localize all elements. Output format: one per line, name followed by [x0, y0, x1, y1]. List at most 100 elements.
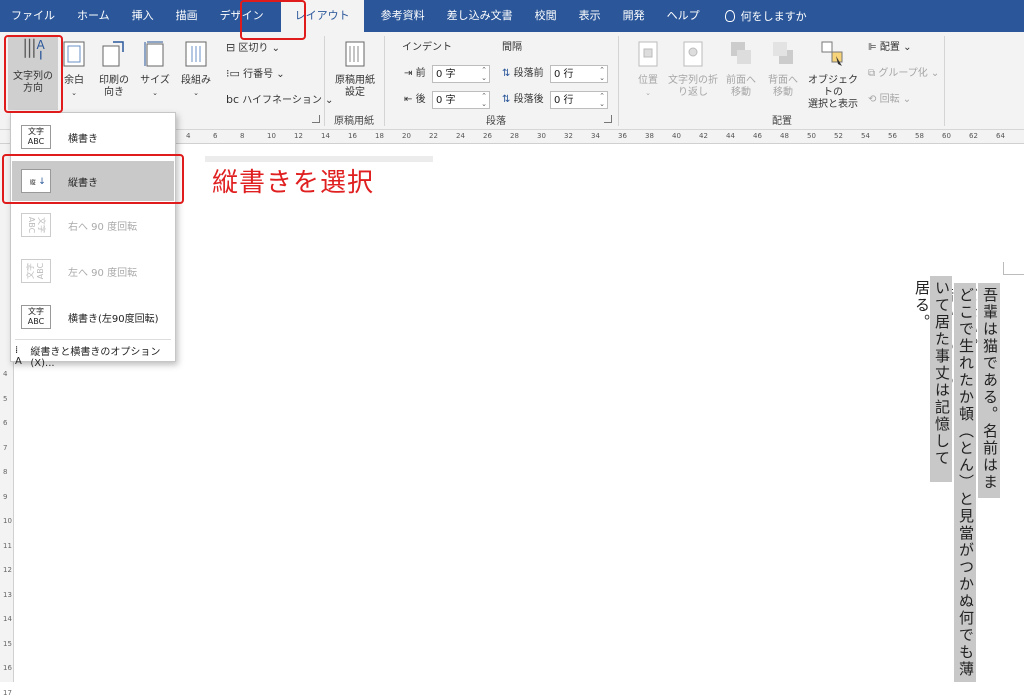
- ruler-tick-label: 26: [483, 132, 492, 140]
- bring-forward-icon: [731, 42, 751, 64]
- ruler-tick-label: 48: [780, 132, 789, 140]
- margins-button[interactable]: 余白 ⌄: [60, 40, 88, 99]
- paragraph-group-label: 段落: [486, 116, 506, 127]
- tab-help[interactable]: ヘルプ: [656, 0, 711, 32]
- tab-review[interactable]: 校閲: [524, 0, 568, 32]
- space-before-input[interactable]: 0 行 ⌃ ⌄: [550, 65, 608, 83]
- ruler-tick-label: 64: [996, 132, 1005, 140]
- manuscript-settings-button[interactable]: 原稿用紙 設定: [334, 40, 376, 99]
- margins-icon: [63, 41, 85, 67]
- vertical-text-column-3[interactable]: いて居た事丈は記憶して居る。: [913, 276, 952, 482]
- space-after-input[interactable]: 0 行 ⌃ ⌄: [550, 91, 608, 109]
- instruction-annotation: 縦書きを選択: [212, 168, 375, 198]
- send-backward-label: 背面へ 移動: [768, 75, 798, 98]
- menu-item-rotate-left-90[interactable]: 文字 ABC 左へ 90 度回転: [12, 251, 174, 291]
- menu-separator: [15, 339, 171, 340]
- tab-draw[interactable]: 描画: [165, 0, 209, 32]
- selection-pane-icon: [821, 41, 843, 66]
- vruler-tick-label: 15: [3, 639, 12, 648]
- indent-right-label: ⇤ 後: [404, 94, 426, 105]
- tell-me-search[interactable]: 何をしますか: [711, 8, 807, 24]
- rotate-button[interactable]: ⟲ 回転 ⌄: [868, 94, 911, 106]
- spinner-arrows-icon[interactable]: ⌃ ⌄: [599, 66, 605, 82]
- tab-file[interactable]: ファイル: [0, 0, 66, 32]
- ruler-tick-label: 10: [267, 132, 276, 140]
- breaks-icon: ⊟: [226, 41, 236, 54]
- document-page[interactable]: [28, 144, 1024, 682]
- wrap-text-button[interactable]: 文字列の折 り返し: [668, 40, 718, 99]
- group-separator: [324, 36, 325, 126]
- menu-item-rotate-right-90[interactable]: 文字 ABC 右へ 90 度回転: [12, 205, 174, 245]
- vruler-tick-label: 7: [3, 443, 8, 452]
- vruler-tick-label: 5: [3, 394, 8, 403]
- ruler-tick-label: 62: [969, 132, 978, 140]
- size-dropdown-arrow: ⌄: [152, 89, 158, 97]
- orientation-icon: [102, 41, 124, 67]
- ruler-tick-label: 50: [807, 132, 816, 140]
- size-label: サイズ: [140, 75, 170, 86]
- breaks-button[interactable]: ⊟ 区切り ⌄: [226, 42, 280, 55]
- vertical-text-column-1[interactable]: 吾輩は猫である。名前はまだない。: [961, 283, 1000, 498]
- lightbulb-icon: [724, 10, 735, 22]
- columns-icon: [185, 41, 207, 67]
- indent-left-label: ⇥ 前: [404, 68, 426, 79]
- orientation-button[interactable]: 印刷の 向き: [96, 40, 132, 99]
- wrap-text-label: 文字列の折 り返し: [668, 75, 718, 98]
- indent-left-input[interactable]: 0 字 ⌃ ⌄: [432, 65, 490, 83]
- vruler-tick-label: 9: [3, 492, 8, 501]
- ruler-tick-label: 60: [942, 132, 951, 140]
- menu-item-label: 左へ 90 度回転: [68, 267, 138, 279]
- highlight-layout-tab: [240, 0, 306, 40]
- group-separator: [944, 36, 945, 126]
- align-button[interactable]: ⊫ 配置 ⌄: [868, 42, 911, 54]
- line-numbers-button[interactable]: ⁝▭ 行番号 ⌄: [226, 68, 285, 81]
- page-setup-launcher-icon[interactable]: [312, 115, 320, 123]
- tab-mailings[interactable]: 差し込み文書: [436, 0, 524, 32]
- menu-item-horizontal-rotated[interactable]: 文字 ABC 横書き(左90度回転): [12, 297, 174, 337]
- tab-developer[interactable]: 開発: [612, 0, 656, 32]
- paragraph-launcher-icon[interactable]: [604, 115, 612, 123]
- group-separator: [618, 36, 619, 126]
- space-before-icon: ⇅: [502, 68, 511, 79]
- group-objects-button[interactable]: ⧉ グループ化 ⌄: [868, 68, 939, 80]
- breaks-dropdown-arrow: ⌄: [268, 43, 280, 54]
- tab-insert[interactable]: 挿入: [121, 0, 165, 32]
- ruler-tick-label: 58: [915, 132, 924, 140]
- ruler-tick-label: 18: [375, 132, 384, 140]
- tab-references[interactable]: 参考資料: [370, 0, 436, 32]
- send-backward-icon: [773, 42, 793, 64]
- selection-pane-label: オブジェクトの 選択と表示: [808, 75, 858, 110]
- size-button[interactable]: サイズ ⌄: [140, 40, 170, 99]
- text-direction-options-item[interactable]: ⁞A 縦書きと横書きのオプション(X)...: [15, 343, 175, 369]
- selection-pane-button[interactable]: オブジェクトの 選択と表示: [806, 40, 860, 111]
- tab-view[interactable]: 表示: [568, 0, 612, 32]
- rotate-dropdown-arrow: ⌄: [899, 94, 912, 105]
- space-after-label: ⇅ 段落後: [502, 94, 544, 105]
- wrap-text-icon: [683, 41, 703, 67]
- hyphenation-label: ハイフネーション: [242, 95, 322, 106]
- vruler-tick-label: 11: [3, 541, 12, 550]
- spinner-arrows-icon[interactable]: ⌃ ⌄: [481, 66, 487, 82]
- spinner-arrows-icon[interactable]: ⌃ ⌄: [481, 92, 487, 108]
- ruler-tick-label: 38: [645, 132, 654, 140]
- text-direction-menu: 文字 ABC 横書き 縦 ↓ 縦書き 文字 ABC 右へ 90 度回転 文字 AB…: [10, 112, 176, 369]
- bring-forward-button[interactable]: 前面へ 移動: [724, 40, 758, 99]
- rotate-icon: ⟲: [868, 94, 877, 105]
- position-button[interactable]: 位置 ⌄: [630, 40, 666, 99]
- vertical-text-column-2[interactable]: どこで生れたか頓（とん）と見當がつかぬ何でも薄暗いじめじめ: [937, 283, 976, 682]
- spinner-arrows-icon[interactable]: ⌃ ⌄: [599, 92, 605, 108]
- send-backward-button[interactable]: 背面へ 移動: [766, 40, 800, 99]
- tab-home[interactable]: ホーム: [66, 0, 121, 32]
- group-objects-dropdown-arrow: ⌄: [927, 68, 940, 79]
- align-dropdown-arrow: ⌄: [899, 42, 912, 53]
- columns-dropdown-arrow: ⌄: [193, 89, 199, 97]
- highlight-text-direction-button: [4, 35, 63, 113]
- ruler-tick-label: 46: [753, 132, 762, 140]
- hyphenation-button[interactable]: bc ハイフネーション ⌄: [226, 94, 333, 107]
- vruler-tick-label: 14: [3, 615, 12, 623]
- vruler-tick-label: 10: [3, 517, 12, 525]
- menu-item-horizontal[interactable]: 文字 ABC 横書き: [12, 117, 174, 157]
- size-icon: [144, 41, 164, 67]
- columns-button[interactable]: 段組み ⌄: [180, 40, 212, 99]
- indent-right-input[interactable]: 0 字 ⌃ ⌄: [432, 91, 490, 109]
